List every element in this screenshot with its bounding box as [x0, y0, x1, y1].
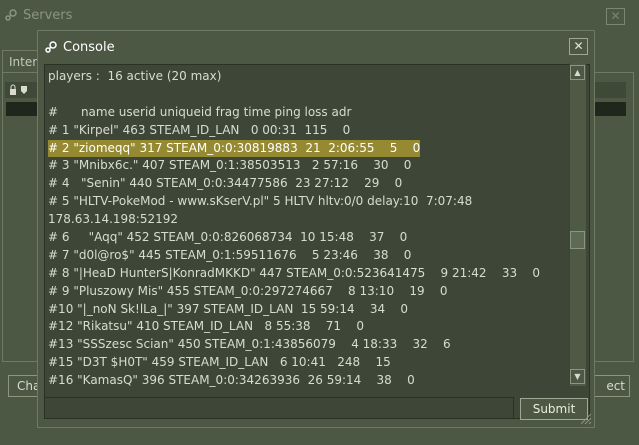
- resize-grip-icon[interactable]: [578, 411, 592, 425]
- console-line: # 1 "Kirpel" 463 STEAM_ID_LAN 0 00:31 11…: [48, 122, 351, 137]
- servers-close-button[interactable]: ✕: [606, 8, 625, 25]
- console-output[interactable]: players : 16 active (20 max) # name useri…: [44, 64, 590, 419]
- scrollbar-thumb[interactable]: [570, 231, 585, 249]
- console-line: # 9 "Pluszowy Mis" 455 STEAM_0:0:2972746…: [48, 283, 448, 298]
- console-line: # 7 "d0l@ro$" 445 STEAM_0:1:59511676 5 2…: [48, 247, 412, 262]
- console-line: # 4 "Senin" 440 STEAM_0:0:34477586 23 27…: [48, 176, 403, 191]
- console-line: players : 16 active (20 max): [48, 69, 222, 83]
- console-line: #13 "SSSzesc Scian" 450 STEAM_0:1:438560…: [48, 337, 451, 352]
- tab-internet[interactable]: Inter: [2, 50, 40, 72]
- console-line: # 6 "Aqq" 452 STEAM_0:0:826068734 10 15:…: [48, 230, 408, 245]
- console-line: #10 "|_noN Sk!lLa_|" 397 STEAM_ID_LAN 15…: [48, 301, 409, 316]
- console-line: #12 "Rikatsu" 410 STEAM_ID_LAN 8 55:38 7…: [48, 319, 364, 334]
- console-title-bar[interactable]: Console: [44, 37, 115, 57]
- lock-icon: [10, 84, 27, 95]
- steam-icon: [5, 9, 17, 21]
- console-line: # 3 "Mnibx6c." 407 STEAM_0:1:38503513 2 …: [48, 158, 412, 173]
- console-line: # name userid uniqueid frag time ping lo…: [48, 104, 352, 119]
- close-icon[interactable]: ✕: [569, 38, 588, 55]
- server-list-header-right: [592, 82, 626, 98]
- scrollbar[interactable]: ▲ ▼: [569, 63, 586, 386]
- server-list-header: [5, 82, 39, 98]
- console-line: #15 "D3T $H0T" 459 STEAM_ID_LAN 6 10:41 …: [48, 355, 391, 370]
- console-title: Console: [63, 39, 115, 55]
- console-line: # 8 "|HeaD HunterS|KonradMKKD" 447 STEAM…: [48, 265, 540, 280]
- command-input[interactable]: [44, 397, 514, 419]
- console-window: Console ✕ players : 16 active (20 max) # …: [37, 30, 595, 428]
- console-line: # 5 "HLTV-PokeMod - www.sKserV.pl" 5 HLT…: [48, 194, 473, 209]
- console-line: #16 "KamasQ" 396 STEAM_0:0:34263936 26 5…: [48, 373, 415, 388]
- console-line: 178.63.14.198:52192: [48, 212, 179, 227]
- arrow-up-icon[interactable]: ▲: [570, 65, 585, 80]
- console-line-selected: # 2 "ziomeqq" 317 STEAM_0:0:30819883 21 …: [48, 139, 420, 158]
- arrow-down-icon[interactable]: ▼: [570, 369, 585, 384]
- connect-button[interactable]: ect: [590, 375, 630, 397]
- server-list-row-right[interactable]: [592, 102, 626, 116]
- servers-title-bar: Servers: [4, 4, 72, 26]
- console-output-text: players : 16 active (20 max) # name useri…: [48, 68, 568, 388]
- steam-icon: [45, 41, 57, 53]
- servers-title: Servers: [23, 7, 73, 23]
- shield-icon: [21, 86, 27, 94]
- server-list-row[interactable]: [6, 102, 39, 116]
